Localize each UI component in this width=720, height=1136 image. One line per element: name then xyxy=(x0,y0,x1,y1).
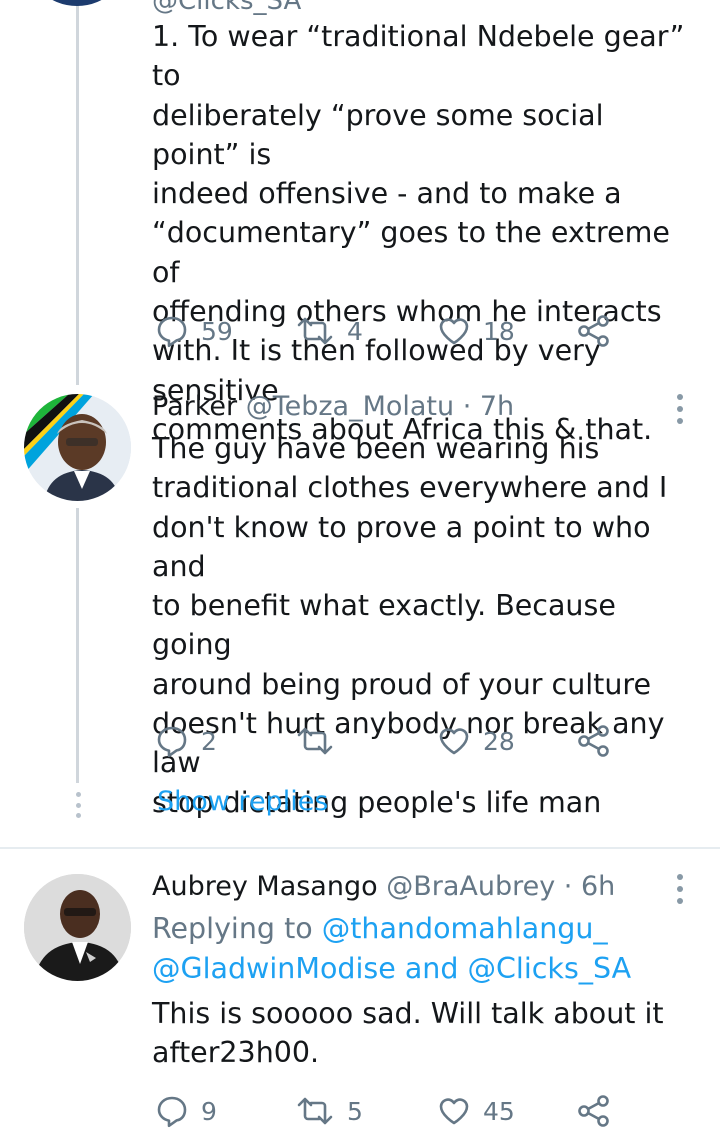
more-options-icon xyxy=(677,874,683,880)
tweet-header: Aubrey Masango @BraAubrey · 6h xyxy=(152,870,615,904)
user-name[interactable]: Parker xyxy=(152,391,237,422)
mention-link[interactable]: @thandomahlangu_ xyxy=(322,912,608,945)
thread-connector-line xyxy=(76,508,79,783)
retweet-icon xyxy=(297,727,333,755)
tweet-text-line: The guy have been wearing his xyxy=(152,432,600,465)
avatar-image xyxy=(24,874,131,981)
retweet-button[interactable]: 5 xyxy=(295,1091,363,1131)
reply-icon xyxy=(157,726,187,758)
like-button[interactable]: 18 xyxy=(437,311,515,351)
share-button[interactable] xyxy=(577,311,611,351)
reply-count: 59 xyxy=(201,316,233,346)
avatar[interactable] xyxy=(24,394,131,501)
reply-button[interactable]: 2 xyxy=(155,721,217,761)
reply-icon xyxy=(157,316,187,348)
more-options-button[interactable] xyxy=(672,394,688,424)
more-options-icon xyxy=(677,394,683,400)
replying-to: Replying to @thandomahlangu_ @GladwinMod… xyxy=(152,909,652,989)
user-name[interactable]: Aubrey Masango xyxy=(152,871,378,902)
tweet-text-line: don't know to prove a point to who and xyxy=(152,510,651,583)
divider xyxy=(0,847,720,849)
tweet-text-line: traditional clothes everywhere and I xyxy=(152,471,668,505)
like-icon xyxy=(439,728,469,755)
like-count: 45 xyxy=(483,1096,515,1126)
retweet-button[interactable] xyxy=(295,721,347,761)
tweet-text-line: This is sooooo sad. Will talk about it xyxy=(152,997,664,1030)
tweet-header: Parker @Tebza_Molatu · 7h xyxy=(152,390,514,424)
like-button[interactable]: 45 xyxy=(437,1091,515,1131)
mention-link[interactable]: @GladwinModise xyxy=(152,952,396,985)
reply-button[interactable]: 59 xyxy=(155,311,233,351)
share-button[interactable] xyxy=(577,1091,611,1131)
tweet-actions: 2 28 xyxy=(152,721,622,761)
avatar[interactable] xyxy=(24,874,131,981)
reply-count: 9 xyxy=(201,1096,217,1126)
replying-to-line: @GladwinModise and @Clicks_SA xyxy=(152,949,652,989)
tweet-text-line: after23h00. xyxy=(152,1036,320,1070)
tweet-text-line: indeed offensive - and to make a xyxy=(152,177,622,211)
like-icon xyxy=(439,1098,469,1125)
collapsed-replies-dots xyxy=(74,792,82,818)
like-count: 18 xyxy=(483,316,515,346)
retweet-icon xyxy=(297,1097,333,1125)
reply-button[interactable]: 9 xyxy=(155,1091,217,1131)
like-button[interactable]: 28 xyxy=(437,721,515,761)
more-options-button[interactable] xyxy=(672,874,688,904)
avatar[interactable] xyxy=(24,0,130,6)
replying-to-prefix: Replying to xyxy=(152,912,322,945)
tweet-text-line: to benefit what exactly. Because going xyxy=(152,589,616,662)
mention-link[interactable]: @Clicks_SA xyxy=(468,952,632,985)
like-icon xyxy=(439,318,469,345)
tweet-text: This is sooooo sad. Will talk about it a… xyxy=(152,994,697,1073)
tweet-text-line: “documentary” goes to the extreme of xyxy=(152,216,670,289)
tweet-text-line: around being proud of your culture xyxy=(152,667,652,701)
retweet-button[interactable]: 4 xyxy=(295,311,363,351)
replying-to-line: Replying to @thandomahlangu_ xyxy=(152,909,652,949)
like-count: 28 xyxy=(483,726,515,756)
retweet-icon xyxy=(297,317,333,345)
share-icon xyxy=(578,725,609,757)
user-handle-time[interactable]: @BraAubrey · 6h xyxy=(386,871,615,902)
share-icon xyxy=(578,1095,609,1127)
conversation-thread: @Clicks_SA 1. To wear “traditional Ndebe… xyxy=(0,0,720,1136)
user-handle-time[interactable]: @Tebza_Molatu · 7h xyxy=(246,391,514,422)
show-replies-link[interactable]: Show replies xyxy=(157,786,328,817)
tweet-actions: 59 4 18 xyxy=(152,311,622,351)
tweet-handle[interactable]: @Clicks_SA xyxy=(152,0,301,16)
retweet-count: 5 xyxy=(347,1096,363,1126)
reply-count: 2 xyxy=(201,726,217,756)
thread-connector-line xyxy=(76,0,79,385)
share-icon xyxy=(578,315,609,347)
tweet-text: The guy have been wearing his traditiona… xyxy=(152,429,697,822)
tweet-text-line: deliberately “prove some social point” i… xyxy=(152,98,604,171)
replying-to-and: and xyxy=(395,952,468,985)
retweet-count: 4 xyxy=(347,316,363,346)
tweet-text-line: 1. To wear “traditional Ndebele gear” to xyxy=(152,20,685,93)
tweet-actions: 9 5 45 xyxy=(152,1091,622,1131)
tweet-text: 1. To wear “traditional Ndebele gear” to… xyxy=(152,17,697,449)
reply-icon xyxy=(157,1096,187,1128)
avatar-image xyxy=(24,394,131,501)
share-button[interactable] xyxy=(577,721,611,761)
